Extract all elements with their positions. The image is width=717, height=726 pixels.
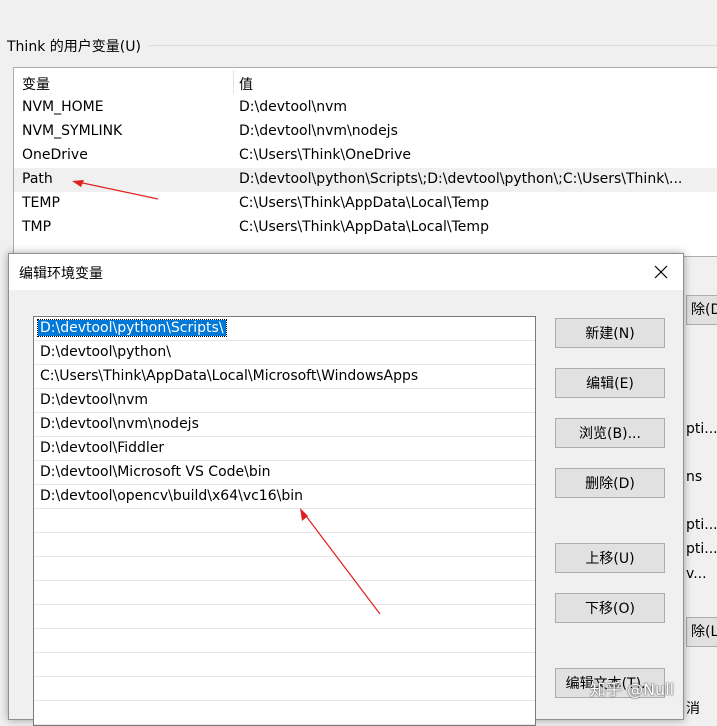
path-entry: D:\devtool\python\ xyxy=(40,344,171,360)
path-entry: D:\devtool\Microsoft VS Code\bin xyxy=(40,464,271,480)
var-value: C:\Users\Think\OneDrive xyxy=(239,147,411,163)
path-entries-list[interactable]: D:\devtool\python\Scripts\ D:\devtool\py… xyxy=(33,316,536,726)
var-name: TMP xyxy=(22,219,52,235)
list-item-empty[interactable] xyxy=(34,581,535,605)
path-entry: D:\devtool\opencv\build\x64\vc16\bin xyxy=(40,488,303,504)
path-entry: D:\devtool\nvm xyxy=(40,392,149,408)
var-value: D:\devtool\python\Scripts\;D:\devtool\py… xyxy=(239,171,683,187)
list-item[interactable]: D:\devtool\nvm\nodejs xyxy=(34,413,535,437)
list-item[interactable]: D:\devtool\python\ xyxy=(34,341,535,365)
edit-button[interactable]: 编辑(E) xyxy=(555,368,665,398)
edit-environment-variable-dialog: 编辑环境变量 D:\devtool\python\Scripts\ D:\dev… xyxy=(8,253,684,726)
group-divider xyxy=(148,45,717,46)
var-name: OneDrive xyxy=(22,147,88,163)
list-item-empty[interactable] xyxy=(34,605,535,629)
watermark: 知乎 @Null xyxy=(590,680,675,699)
new-button[interactable]: 新建(N) xyxy=(555,318,665,348)
var-value: C:\Users\Think\AppData\Local\Temp xyxy=(239,219,489,235)
table-row[interactable]: OneDrive C:\Users\Think\OneDrive xyxy=(14,144,717,168)
var-name: NVM_SYMLINK xyxy=(22,123,123,139)
var-name: TEMP xyxy=(22,195,60,211)
table-row-selected[interactable]: Path D:\devtool\python\Scripts\;D:\devto… xyxy=(14,168,717,192)
dialog-title: 编辑环境变量 xyxy=(19,266,103,282)
list-item-empty[interactable] xyxy=(34,677,535,701)
table-row[interactable]: TEMP C:\Users\Think\AppData\Local\Temp xyxy=(14,192,717,216)
list-item[interactable]: D:\devtool\Fiddler xyxy=(34,437,535,461)
column-divider[interactable] xyxy=(233,70,234,94)
list-item-empty[interactable] xyxy=(34,629,535,653)
list-item-empty[interactable] xyxy=(34,653,535,677)
delete-button[interactable]: 删除(D) xyxy=(555,468,665,498)
close-button[interactable] xyxy=(647,260,675,284)
table-row[interactable]: TMP C:\Users\Think\AppData\Local\Temp xyxy=(14,216,717,240)
cancel-button-fragment[interactable]: 消 xyxy=(686,698,717,718)
move-up-button[interactable]: 上移(U) xyxy=(555,543,665,573)
path-entry: D:\devtool\python\Scripts\ xyxy=(37,319,227,337)
var-name: Path xyxy=(22,171,53,187)
list-item-empty[interactable] xyxy=(34,701,535,725)
user-variables-list[interactable]: 变量 值 NVM_HOME D:\devtool\nvm NVM_SYMLINK… xyxy=(13,67,717,257)
list-header: 变量 值 xyxy=(14,68,717,96)
system-var-value-fragment: ns xyxy=(686,469,703,485)
move-down-button[interactable]: 下移(O) xyxy=(555,593,665,623)
delete-system-var-button[interactable]: 除(L) xyxy=(686,617,717,647)
user-variables-label: Think 的用户变量(U) xyxy=(7,39,141,55)
var-value: D:\devtool\nvm xyxy=(239,99,348,115)
path-entry: C:\Users\Think\AppData\Local\Microsoft\W… xyxy=(40,368,419,384)
list-item-empty[interactable] xyxy=(34,533,535,557)
list-item[interactable]: C:\Users\Think\AppData\Local\Microsoft\W… xyxy=(34,365,535,389)
system-var-value-fragment: pti... xyxy=(686,541,717,557)
column-header-value[interactable]: 值 xyxy=(239,74,253,94)
list-item-empty[interactable] xyxy=(34,509,535,533)
var-value: C:\Users\Think\AppData\Local\Temp xyxy=(239,195,489,211)
system-var-value-fragment: v... xyxy=(686,566,707,582)
var-value: D:\devtool\nvm\nodejs xyxy=(239,123,398,139)
list-item-selected[interactable]: D:\devtool\python\Scripts\ xyxy=(34,317,535,341)
list-item[interactable]: D:\devtool\opencv\build\x64\vc16\bin xyxy=(34,485,535,509)
close-icon xyxy=(654,265,668,279)
table-row[interactable]: NVM_SYMLINK D:\devtool\nvm\nodejs xyxy=(14,120,717,144)
list-item[interactable]: D:\devtool\Microsoft VS Code\bin xyxy=(34,461,535,485)
var-name: NVM_HOME xyxy=(22,99,104,115)
path-entry: D:\devtool\Fiddler xyxy=(40,440,165,456)
list-item-empty[interactable] xyxy=(34,557,535,581)
list-item[interactable]: D:\devtool\nvm xyxy=(34,389,535,413)
table-row[interactable]: NVM_HOME D:\devtool\nvm xyxy=(14,96,717,120)
browse-button[interactable]: 浏览(B)... xyxy=(555,418,665,448)
column-header-name[interactable]: 变量 xyxy=(22,74,50,94)
dialog-titlebar[interactable]: 编辑环境变量 xyxy=(9,254,683,290)
path-entry: D:\devtool\nvm\nodejs xyxy=(40,416,199,432)
delete-user-var-button[interactable]: 除(D) xyxy=(686,295,717,325)
system-var-value-fragment: pti... xyxy=(686,517,717,533)
system-var-value-fragment: pti... xyxy=(686,421,717,437)
